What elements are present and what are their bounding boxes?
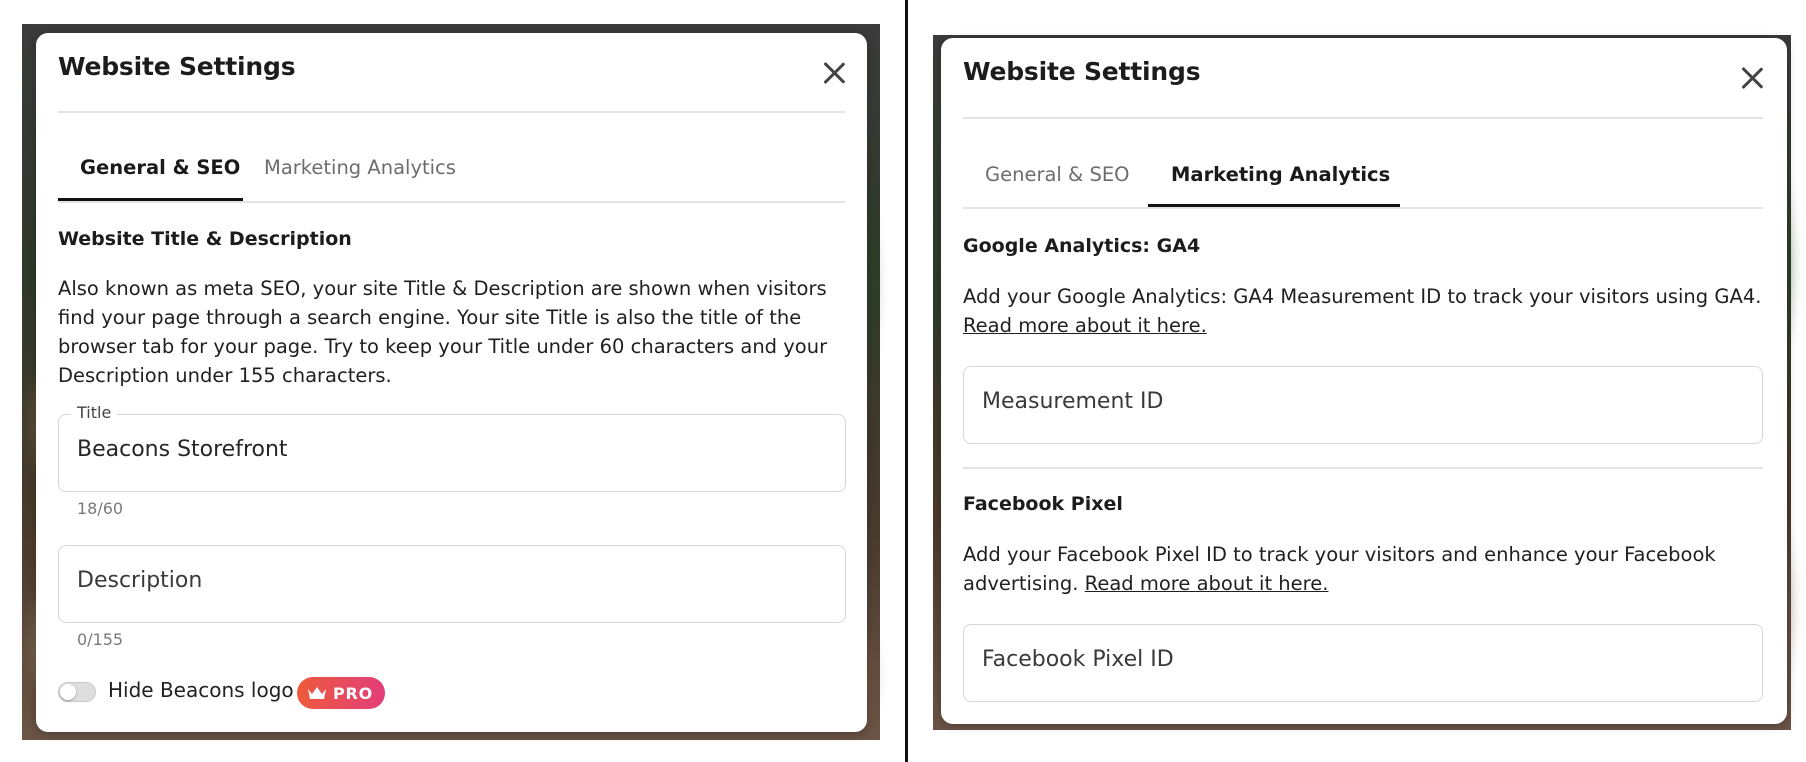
ga4-heading: Google Analytics: GA4 — [963, 235, 1201, 257]
toggle-knob — [60, 684, 76, 700]
ga4-description-text: Add your Google Analytics: GA4 Measureme… — [963, 285, 1762, 308]
measurement-id-placeholder: Measurement ID — [982, 389, 1164, 414]
facebook-pixel-description-text: Add your Facebook Pixel ID to track your… — [963, 543, 1716, 595]
close-icon[interactable] — [1738, 64, 1766, 92]
description-input[interactable]: Description — [58, 545, 846, 623]
description-char-counter: 0/155 — [77, 630, 124, 649]
website-settings-modal-general: Website Settings General & SEO Marketing… — [36, 33, 867, 732]
title-input-label: Title — [71, 403, 118, 422]
pro-badge-label: PRO — [333, 683, 374, 703]
measurement-id-input[interactable]: Measurement ID — [963, 366, 1763, 444]
title-input[interactable]: Title Beacons Storefront — [58, 403, 846, 492]
title-input-value: Beacons Storefront — [77, 437, 288, 462]
title-char-counter: 18/60 — [77, 499, 124, 518]
tab-marketing-analytics[interactable]: Marketing Analytics — [1171, 163, 1390, 186]
pro-badge: PRO — [297, 677, 386, 709]
modal-title: Website Settings — [963, 57, 1201, 86]
facebook-pixel-id-placeholder: Facebook Pixel ID — [982, 647, 1174, 672]
screenshot-divider — [905, 0, 908, 762]
facebook-pixel-id-input[interactable]: Facebook Pixel ID — [963, 624, 1763, 702]
header-divider — [963, 117, 1763, 119]
website-settings-modal-analytics: Website Settings General & SEO Marketing… — [941, 38, 1787, 724]
tab-general-seo[interactable]: General & SEO — [80, 156, 240, 179]
tabs-divider — [58, 201, 845, 203]
description-input-placeholder: Description — [77, 568, 203, 593]
tab-general-seo[interactable]: General & SEO — [985, 163, 1130, 186]
section-heading: Website Title & Description — [58, 228, 352, 250]
tab-marketing-analytics[interactable]: Marketing Analytics — [264, 156, 456, 179]
facebook-read-more-link[interactable]: Read more about it here. — [1085, 572, 1329, 595]
tabs-divider — [963, 207, 1763, 209]
facebook-pixel-heading: Facebook Pixel — [963, 493, 1123, 515]
close-icon[interactable] — [820, 59, 848, 87]
ga4-description: Add your Google Analytics: GA4 Measureme… — [963, 282, 1768, 340]
seo-description-text: Also known as meta SEO, your site Title … — [58, 277, 828, 387]
ga4-read-more-link[interactable]: Read more about it here. — [963, 314, 1207, 337]
hide-logo-label: Hide Beacons logo — [108, 678, 294, 702]
hide-logo-toggle[interactable] — [58, 682, 96, 702]
modal-title: Website Settings — [58, 52, 296, 81]
section-divider — [963, 467, 1763, 469]
header-divider — [58, 111, 845, 113]
facebook-pixel-description: Add your Facebook Pixel ID to track your… — [963, 540, 1763, 598]
crown-icon — [308, 687, 326, 699]
